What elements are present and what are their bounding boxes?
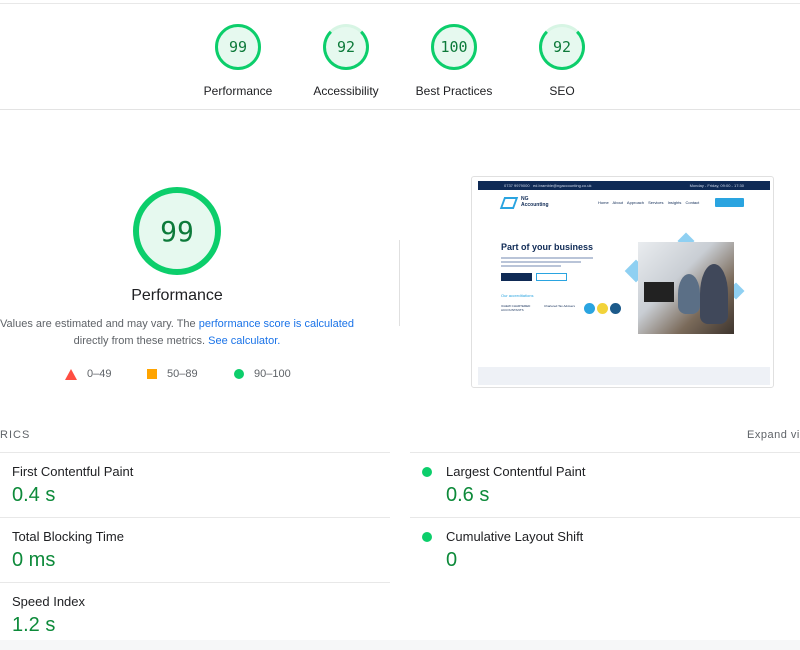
metric-value: 1.2 s	[12, 614, 56, 636]
site-topbar: 0737 9979000 ed.bramble@ngaccounting.co.…	[478, 181, 770, 190]
site-approach-button	[501, 273, 532, 281]
see-calculator-link[interactable]: See calculator.	[208, 335, 280, 347]
site-paragraph	[501, 257, 593, 267]
performance-title: Performance	[131, 287, 223, 304]
site-accreditations: Our accreditations	[501, 293, 534, 298]
site-logo-icon	[499, 197, 519, 209]
triangle-icon	[65, 368, 77, 380]
performance-score-gauge: 99	[215, 24, 261, 70]
metric-total-blocking-time[interactable]: Total Blocking Time 0 ms	[0, 517, 390, 582]
gauge-best-practices[interactable]: 100 Best Practices	[399, 24, 509, 98]
legend-fail: 0–49	[65, 368, 111, 380]
note-text-2: directly from these metrics.	[73, 335, 206, 347]
lighthouse-report: 99 Performance 92 Accessibility 100 Best…	[0, 0, 800, 650]
gauge-label: Best Practices	[415, 84, 493, 98]
legend-pass: 90–100	[234, 368, 291, 380]
ciot-badge: Chartered Tax Advisers	[544, 304, 575, 308]
legend-range: 0–49	[87, 368, 112, 380]
site-hero-photo	[638, 242, 734, 334]
site-services-button	[536, 273, 567, 281]
seo-score-gauge: 92	[539, 24, 585, 70]
legend-range: 50–89	[167, 368, 198, 380]
site-nav: Home About Approach Services Insights Co…	[598, 200, 700, 205]
expand-view-toggle[interactable]: Expand vi	[747, 429, 800, 441]
photo-person	[678, 274, 700, 314]
note-text: Values are estimated and may vary. The	[0, 318, 199, 330]
metric-label: Largest Contentful Paint	[446, 464, 586, 479]
pass-dot-icon	[422, 532, 432, 542]
metric-label: Speed Index	[12, 594, 86, 609]
metric-cumulative-layout-shift[interactable]: Cumulative Layout Shift 0	[410, 517, 800, 582]
gauge-label: Performance	[203, 84, 273, 98]
metrics-header: RICS	[0, 429, 31, 441]
gauge-performance[interactable]: 99 Performance	[183, 24, 293, 98]
site-brand-line2: Accounting	[521, 202, 549, 208]
pass-dot-icon	[422, 467, 432, 477]
site-hours: Monday - Friday, 09:00 - 17:30	[689, 183, 744, 188]
metric-first-contentful-paint[interactable]: First Contentful Paint 0.4 s	[0, 452, 390, 517]
bottom-shade	[0, 640, 800, 650]
metric-value: 0 ms	[12, 549, 56, 571]
gauge-accessibility[interactable]: 92 Accessibility	[291, 24, 401, 98]
icaew-badge: ICAEW CHARTERED ACCOUNTANTS	[501, 304, 531, 312]
performance-big-gauge: 99	[133, 187, 221, 275]
photo-monitor	[644, 282, 674, 302]
gauge-seo[interactable]: 92 SEO	[507, 24, 617, 98]
metric-value: 0.6 s	[446, 484, 490, 506]
circle-icon	[234, 369, 244, 379]
metric-label: First Contentful Paint	[12, 464, 134, 479]
metric-speed-index[interactable]: Speed Index 1.2 s	[0, 582, 390, 647]
gauge-label: Accessibility	[313, 84, 379, 98]
site-footer-strip	[478, 367, 770, 385]
photo-person	[700, 264, 728, 324]
final-screenshot[interactable]: 0737 9979000 ed.bramble@ngaccounting.co.…	[471, 176, 774, 388]
score-summary-bar: 99 Performance 92 Accessibility 100 Best…	[0, 4, 800, 110]
legend-average: 50–89	[147, 368, 198, 380]
metric-value: 0.4 s	[12, 484, 56, 506]
metric-value: 0	[446, 549, 458, 571]
site-email: ed.bramble@ngaccounting.co.uk	[532, 183, 592, 188]
score-note: Values are estimated and may vary. The p…	[0, 316, 354, 350]
site-cta-button	[715, 198, 744, 207]
site-phone: 0737 9979000	[504, 183, 530, 188]
legend-range: 90–100	[254, 368, 291, 380]
vertical-divider	[399, 240, 400, 326]
gauge-label: SEO	[549, 84, 575, 98]
site-headline: Part of your business	[501, 242, 594, 252]
performance-score-link[interactable]: performance score is calculated	[199, 318, 354, 330]
award-badges	[584, 303, 623, 314]
square-icon	[147, 369, 157, 379]
accessibility-score-gauge: 92	[323, 24, 369, 70]
metric-label: Cumulative Layout Shift	[446, 529, 584, 544]
metric-label: Total Blocking Time	[12, 529, 124, 544]
metric-largest-contentful-paint[interactable]: Largest Contentful Paint 0.6 s	[410, 452, 800, 517]
site-logo-text: NG Accounting	[521, 196, 549, 208]
best-practices-score-gauge: 100	[431, 24, 477, 70]
